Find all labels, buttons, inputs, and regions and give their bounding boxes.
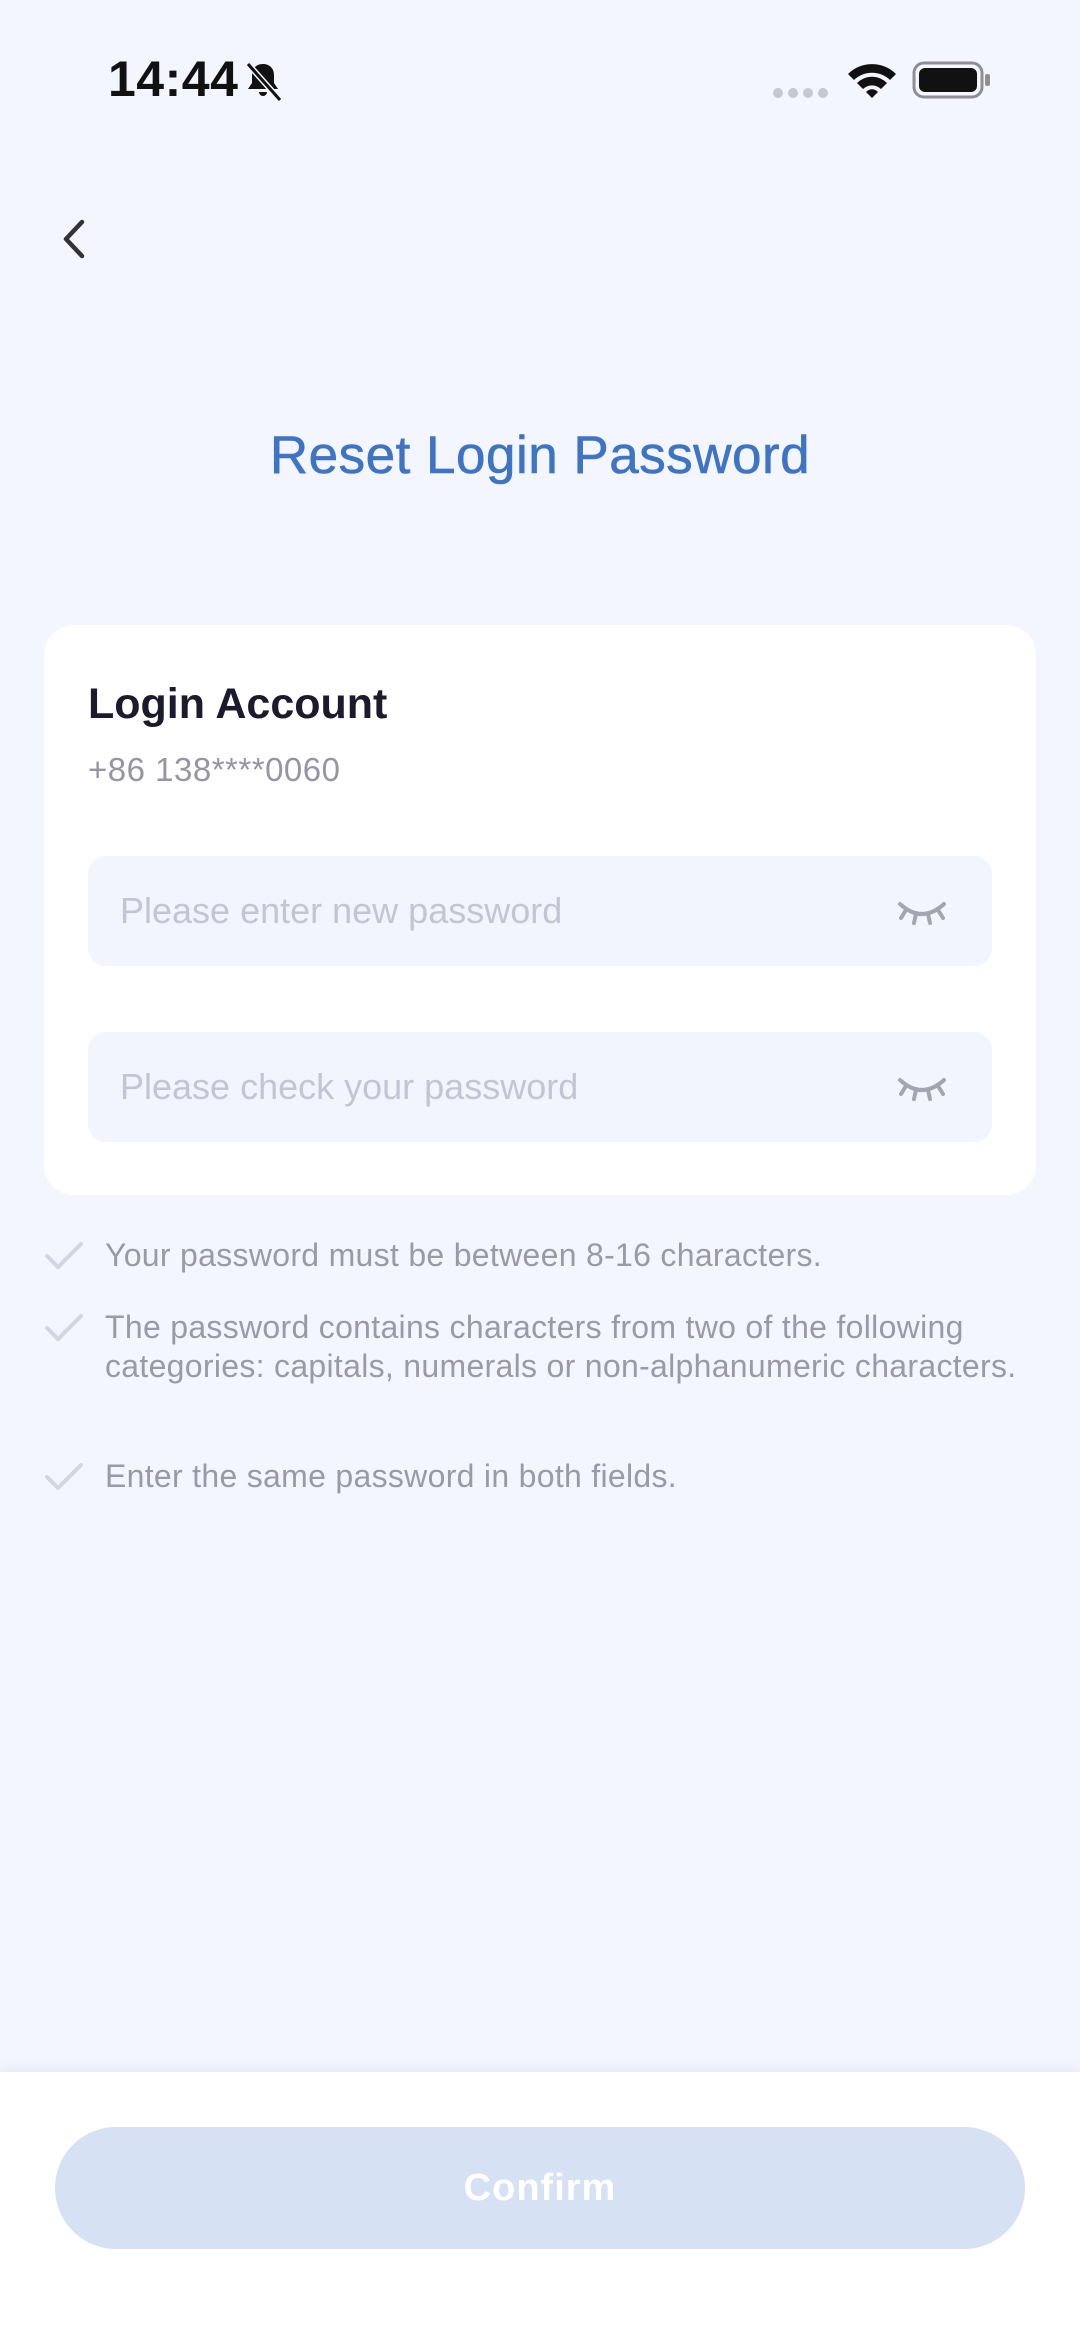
new-password-field xyxy=(88,856,992,966)
bottom-bar: Confirm xyxy=(0,2072,1080,2341)
signal-dots-icon xyxy=(773,88,828,98)
login-account-title: Login Account xyxy=(88,680,388,728)
battery-icon xyxy=(912,61,990,99)
account-number: +86 138****0060 xyxy=(88,751,341,788)
rule-text: Your password must be between 8-16 chara… xyxy=(105,1237,823,1273)
page-title: Reset Login Password xyxy=(269,426,811,486)
check-icon xyxy=(45,1242,83,1269)
rule-text: Enter the same password in both fields. xyxy=(105,1458,677,1494)
status-time: 14:44 xyxy=(108,51,239,107)
status-bar: 14:44 xyxy=(0,0,1080,160)
rule-text: The password contains characters from tw… xyxy=(105,1309,1017,1384)
eye-closed-icon[interactable] xyxy=(896,894,948,928)
confirm-button[interactable]: Confirm xyxy=(55,2127,1025,2249)
check-icon xyxy=(45,1463,83,1490)
new-password-input[interactable] xyxy=(120,856,880,966)
account-card: Login Account +86 138****0060 xyxy=(44,625,1036,1195)
wifi-icon xyxy=(848,64,896,98)
confirm-password-input[interactable] xyxy=(120,1032,880,1142)
eye-closed-icon[interactable] xyxy=(896,1070,948,1104)
bell-slash-icon xyxy=(245,62,283,102)
chevron-left-icon[interactable] xyxy=(50,210,102,268)
check-icon xyxy=(45,1314,83,1341)
confirm-password-field xyxy=(88,1032,992,1142)
